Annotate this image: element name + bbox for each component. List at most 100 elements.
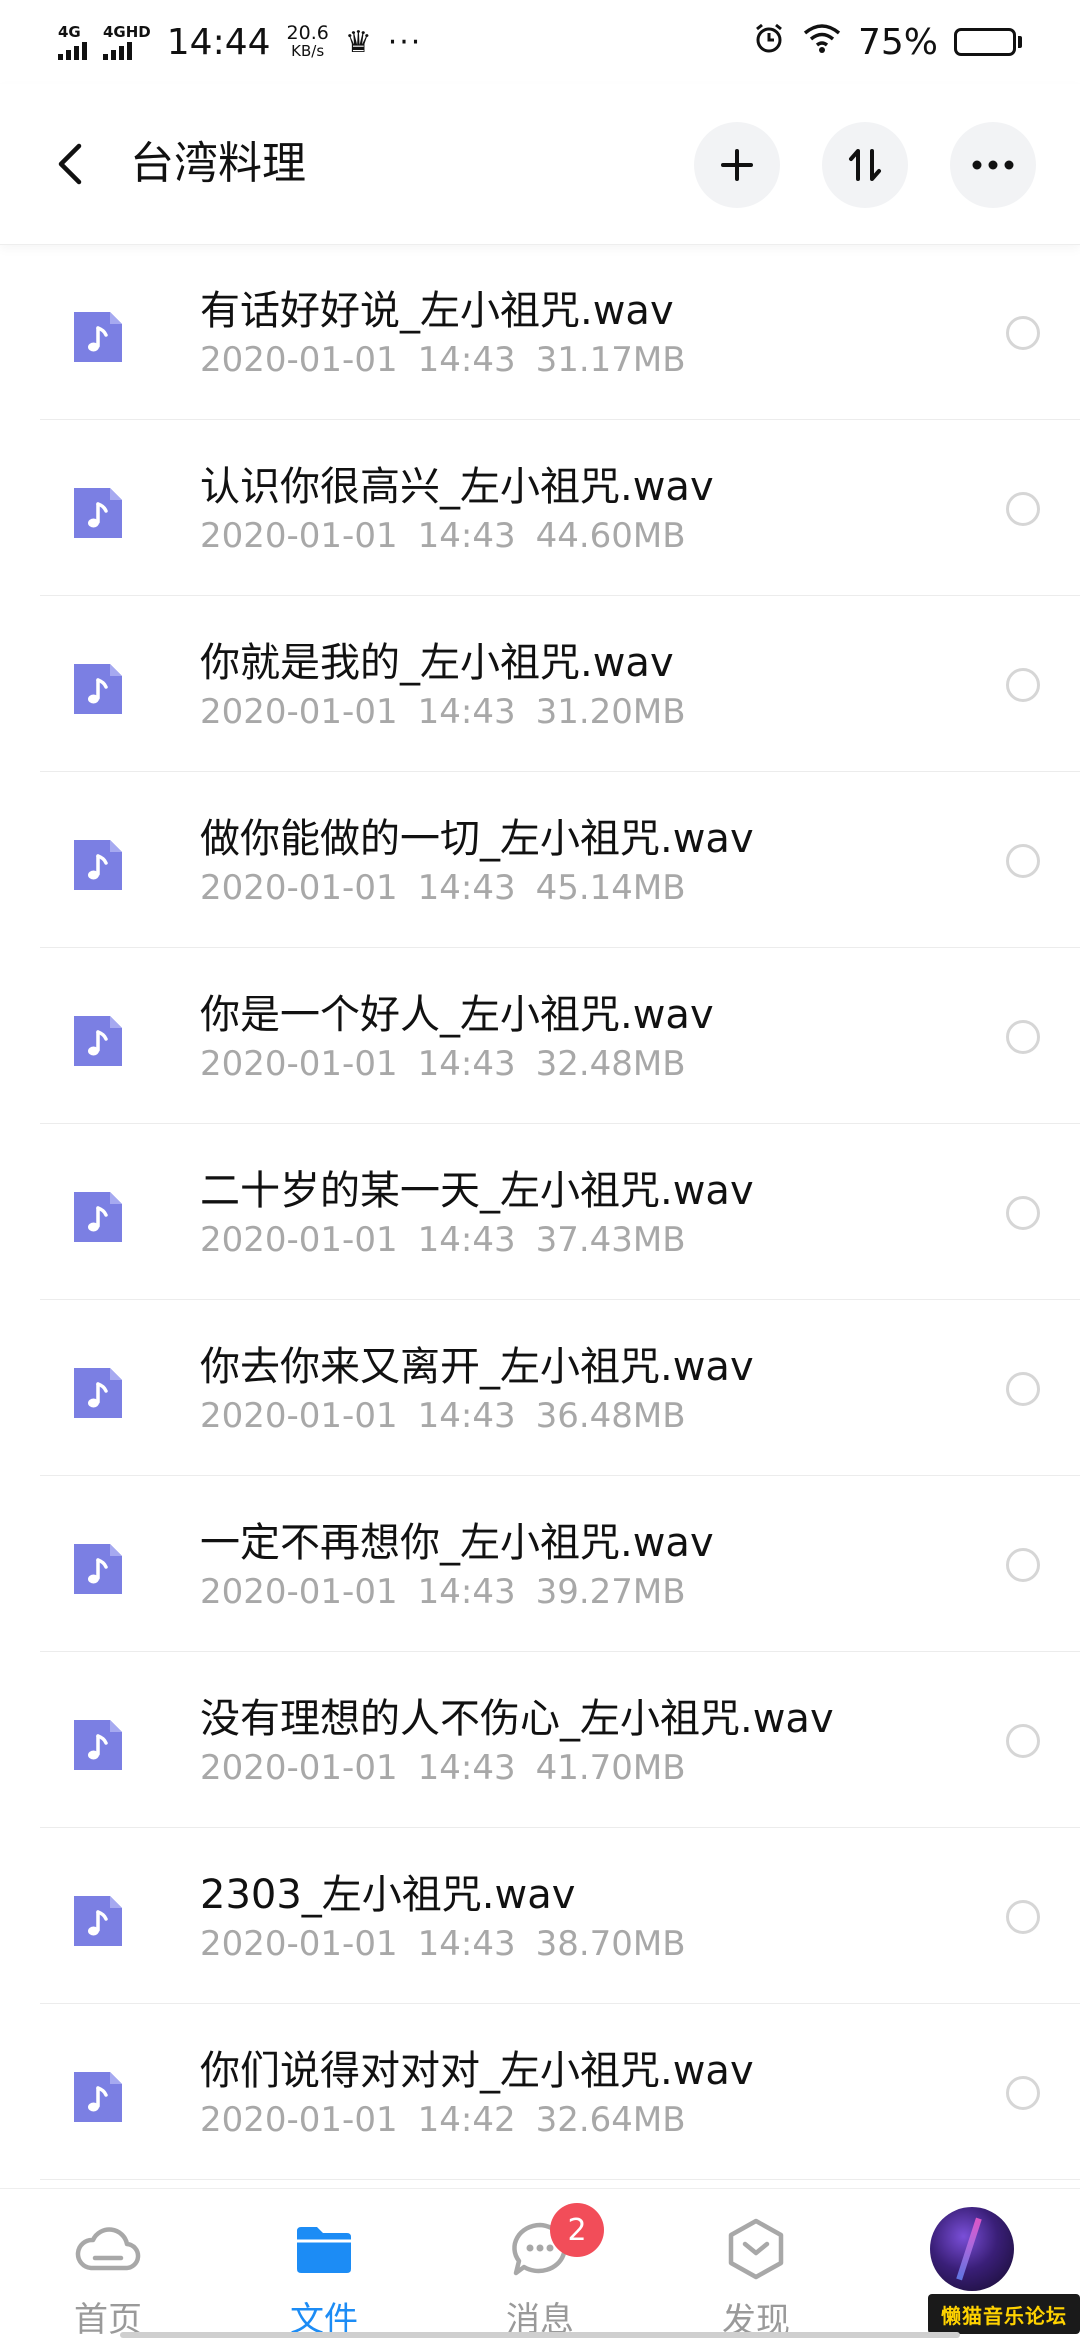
file-time: 14:43 [417, 692, 516, 732]
file-row[interactable]: 一定不再想你_左小祖咒.wav 2020-01-01 14:43 39.27MB [40, 1476, 1080, 1652]
file-row[interactable]: 做你能做的一切_左小祖咒.wav 2020-01-01 14:43 45.14MB [40, 772, 1080, 948]
home-indicator[interactable] [120, 2332, 960, 2338]
file-meta: 2020-01-01 14:43 45.14MB [200, 868, 706, 908]
select-checkbox[interactable] [1006, 1724, 1040, 1758]
select-checkbox[interactable] [1006, 492, 1040, 526]
file-meta: 2020-01-01 14:43 31.20MB [200, 692, 706, 732]
file-date: 2020-01-01 [200, 1572, 398, 1612]
select-checkbox[interactable] [1006, 1548, 1040, 1582]
page-title: 台湾料理 [130, 138, 306, 189]
file-date: 2020-01-01 [200, 1748, 398, 1788]
file-name: 做你能做的一切_左小祖咒.wav [200, 816, 754, 862]
battery-percent: 75% [857, 21, 938, 63]
file-row[interactable]: 认识你很高兴_左小祖咒.wav 2020-01-01 14:43 44.60MB [40, 420, 1080, 596]
file-time: 14:43 [417, 516, 516, 556]
file-name: 你是一个好人_左小祖咒.wav [200, 992, 714, 1038]
status-bar-left: 4G 4GHD 14:44 20.6 KB/s ♛ ··· [58, 22, 422, 63]
audio-file-icon [74, 1720, 122, 1770]
file-row[interactable]: 你是一个好人_左小祖咒.wav 2020-01-01 14:43 32.48MB [40, 948, 1080, 1124]
file-time: 14:43 [417, 340, 516, 380]
file-meta: 2020-01-01 14:43 31.17MB [200, 340, 706, 380]
file-row[interactable]: 你就是我的_左小祖咒.wav 2020-01-01 14:43 31.20MB [40, 596, 1080, 772]
status-bar-right: 75% [752, 21, 1022, 64]
file-meta: 2020-01-01 14:43 38.70MB [200, 1924, 706, 1964]
select-checkbox[interactable] [1006, 316, 1040, 350]
file-time: 14:43 [417, 868, 516, 908]
file-meta: 2020-01-01 14:43 39.27MB [200, 1572, 706, 1612]
audio-file-icon [74, 840, 122, 890]
audio-file-icon [74, 312, 122, 362]
tab-messages[interactable]: 消息 2 [460, 2189, 620, 2341]
folder-icon [297, 2226, 351, 2273]
file-time: 14:43 [417, 1396, 516, 1436]
battery-icon [954, 28, 1022, 56]
clock: 14:44 [166, 21, 271, 63]
cloud-icon [75, 2226, 141, 2270]
forum-watermark: 懒猫音乐论坛 [928, 2294, 1080, 2334]
audio-file-icon [74, 1368, 122, 1418]
network-speed: 20.6 KB/s [286, 22, 329, 61]
file-row[interactable]: 2303_左小祖咒.wav 2020-01-01 14:43 38.70MB [40, 1828, 1080, 2004]
file-meta: 2020-01-01 14:42 32.64MB [200, 2100, 706, 2140]
tab-files[interactable]: 文件 [244, 2189, 404, 2341]
file-time: 14:43 [417, 1044, 516, 1084]
file-size: 44.60MB [535, 516, 686, 556]
file-date: 2020-01-01 [200, 1220, 398, 1260]
file-row[interactable]: 你们说得对对对_左小祖咒.wav 2020-01-01 14:42 32.64MB [40, 2004, 1080, 2180]
back-icon [58, 143, 82, 185]
file-size: 39.27MB [535, 1572, 686, 1612]
file-meta: 2020-01-01 14:43 41.70MB [200, 1748, 706, 1788]
file-date: 2020-01-01 [200, 692, 398, 732]
more-button[interactable] [950, 122, 1036, 208]
tab-discover[interactable]: 发现 [676, 2189, 836, 2341]
file-name: 二十岁的某一天_左小祖咒.wav [200, 1168, 754, 1214]
select-checkbox[interactable] [1006, 668, 1040, 702]
file-name: 有话好好说_左小祖咒.wav [200, 288, 674, 334]
file-size: 37.43MB [535, 1220, 686, 1260]
file-date: 2020-01-01 [200, 868, 398, 908]
file-date: 2020-01-01 [200, 1396, 398, 1436]
crown-icon: ♛ [344, 24, 372, 60]
select-checkbox[interactable] [1006, 1196, 1040, 1230]
avatar[interactable] [930, 2207, 1014, 2291]
file-size: 31.17MB [535, 340, 686, 380]
file-size: 32.48MB [535, 1044, 686, 1084]
add-icon [721, 149, 753, 181]
file-meta: 2020-01-01 14:43 36.48MB [200, 1396, 706, 1436]
file-row[interactable]: 有话好好说_左小祖咒.wav 2020-01-01 14:43 31.17MB [40, 244, 1080, 420]
audio-file-icon [74, 1544, 122, 1594]
select-checkbox[interactable] [1006, 1372, 1040, 1406]
more-icon [972, 160, 1014, 170]
file-time: 14:43 [417, 1748, 516, 1788]
select-checkbox[interactable] [1006, 2076, 1040, 2110]
file-row[interactable]: 没有理想的人不伤心_左小祖咒.wav 2020-01-01 14:43 41.70M… [40, 1652, 1080, 1828]
file-name: 认识你很高兴_左小祖咒.wav [200, 464, 714, 510]
file-size: 38.70MB [535, 1924, 686, 1964]
file-date: 2020-01-01 [200, 1924, 398, 1964]
file-row[interactable]: 二十岁的某一天_左小祖咒.wav 2020-01-01 14:43 37.43MB [40, 1124, 1080, 1300]
file-date: 2020-01-01 [200, 2100, 398, 2140]
tab-home[interactable]: 首页 [28, 2189, 188, 2341]
back-button[interactable] [50, 134, 90, 194]
file-size: 31.20MB [535, 692, 686, 732]
file-time: 14:43 [417, 1924, 516, 1964]
file-name: 2303_左小祖咒.wav [200, 1872, 576, 1918]
file-name: 你们说得对对对_左小祖咒.wav [200, 2048, 754, 2094]
file-size: 32.64MB [535, 2100, 686, 2140]
file-name: 没有理想的人不伤心_左小祖咒.wav [200, 1696, 834, 1742]
audio-file-icon [74, 1896, 122, 1946]
signal-4g-icon: 4G [58, 24, 87, 60]
file-row[interactable]: 你去你来又离开_左小祖咒.wav 2020-01-01 14:43 36.48MB [40, 1300, 1080, 1476]
file-meta: 2020-01-01 14:43 44.60MB [200, 516, 706, 556]
audio-file-icon [74, 664, 122, 714]
status-bar: 4G 4GHD 14:44 20.6 KB/s ♛ ··· 75% [0, 0, 1080, 84]
sort-button[interactable] [822, 122, 908, 208]
status-more-icon: ··· [387, 24, 423, 60]
file-time: 14:43 [417, 1572, 516, 1612]
file-size: 36.48MB [535, 1396, 686, 1436]
select-checkbox[interactable] [1006, 1020, 1040, 1054]
select-checkbox[interactable] [1006, 844, 1040, 878]
add-button[interactable] [694, 122, 780, 208]
file-date: 2020-01-01 [200, 516, 398, 556]
select-checkbox[interactable] [1006, 1900, 1040, 1934]
